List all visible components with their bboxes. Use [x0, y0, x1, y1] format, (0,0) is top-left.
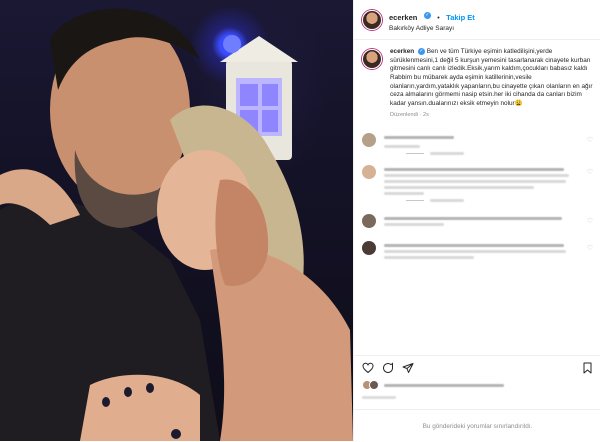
share-icon[interactable] [402, 362, 414, 374]
verified-badge-icon: ✓ [423, 11, 431, 19]
blurred-likes-text [384, 383, 504, 387]
post-caption: ecerken ✓ Ben ve tüm Türkiye eşimin katl… [354, 40, 600, 126]
verified-badge-icon: ✓ [417, 48, 425, 55]
separator-dot: • [437, 14, 440, 22]
view-replies-link[interactable] [406, 198, 593, 202]
author-meta: ecerken ✓ • Takip Et Bakırköy Adliye Sar… [389, 7, 475, 33]
blurred-comment-text [384, 216, 562, 220]
comment-item: ♡ [362, 132, 593, 155]
post-actions [354, 355, 600, 399]
caption-body: ecerken ✓ Ben ve tüm Türkiye eşimin katl… [390, 48, 593, 120]
likes-summary[interactable] [362, 380, 593, 390]
author-avatar[interactable] [362, 9, 382, 30]
comment-like-icon[interactable]: ♡ [587, 136, 593, 144]
caption-text: Ben ve tüm Türkiye eşimin katledilişini,… [390, 48, 593, 107]
commenter-avatar[interactable] [362, 164, 376, 179]
bookmark-icon[interactable] [582, 362, 593, 374]
post-photo[interactable] [0, 0, 353, 441]
blue-light [223, 35, 241, 53]
comment-item: ♡ [362, 240, 593, 262]
comment-like-icon[interactable]: ♡ [587, 168, 593, 176]
post-sidebar: ecerken ✓ • Takip Et Bakırköy Adliye Sar… [353, 0, 600, 441]
post-location[interactable]: Bakırköy Adliye Sarayı [389, 25, 475, 32]
action-icons [362, 362, 593, 374]
view-replies-link[interactable] [406, 151, 593, 155]
comment-like-icon[interactable]: ♡ [587, 217, 593, 225]
blurred-comment-text [384, 243, 564, 247]
comment-item: ♡ [362, 164, 593, 202]
caption-username[interactable]: ecerken [390, 48, 414, 55]
caption-avatar[interactable] [362, 49, 382, 69]
heart-icon[interactable] [362, 362, 374, 374]
caption-edited-time: Düzenlendi · 2s [390, 112, 429, 119]
comments-list: ♡ ♡ ♡ ♡ [354, 132, 600, 262]
post-header: ecerken ✓ • Takip Et Bakırköy Adliye Sar… [354, 0, 600, 40]
woman-hand [80, 374, 200, 441]
blurred-comment-text [384, 167, 564, 171]
comment-item: ♡ [362, 213, 593, 229]
photo-illustration [0, 8, 353, 441]
instagram-post-view: ecerken ✓ • Takip Et Bakırköy Adliye Sar… [0, 0, 600, 441]
liker-avatar [369, 380, 379, 390]
comment-like-icon[interactable]: ♡ [587, 244, 593, 252]
comment-icon[interactable] [382, 362, 394, 374]
commenter-avatar[interactable] [362, 132, 376, 147]
commenter-avatar[interactable] [362, 240, 376, 255]
follow-button[interactable]: Takip Et [446, 13, 475, 22]
author-username[interactable]: ecerken [389, 13, 417, 22]
comments-limited-notice: Bu gönderideki yorumlar sınırlandırıldı. [354, 409, 600, 442]
blurred-comment-text [384, 135, 454, 139]
blurred-post-date [362, 396, 396, 399]
commenter-avatar[interactable] [362, 213, 376, 228]
blurred-comment-meta [384, 144, 420, 148]
